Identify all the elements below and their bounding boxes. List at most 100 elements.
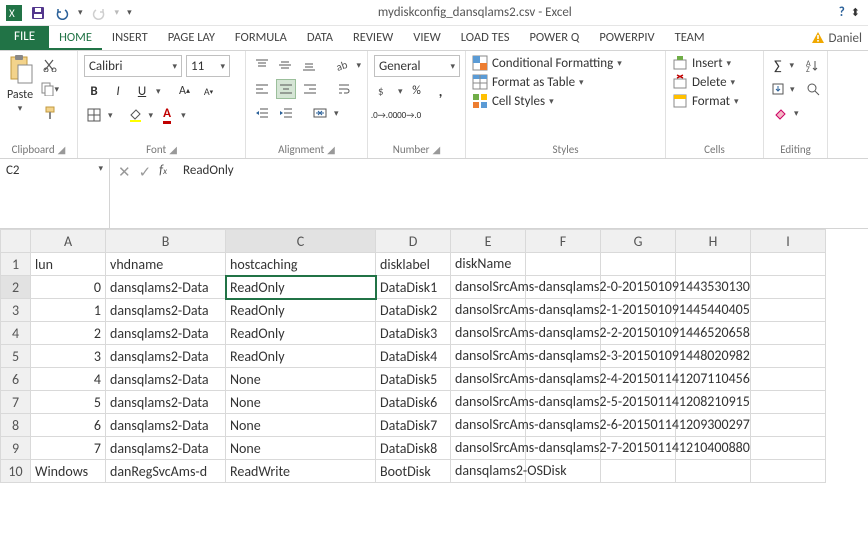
orientation-dropdown-icon[interactable]: ▾: [356, 60, 361, 71]
ribbon-display-icon[interactable]: ⬍: [851, 6, 860, 19]
shrink-font-button[interactable]: A▾: [199, 81, 219, 101]
col-head-A[interactable]: A: [31, 230, 106, 253]
cell[interactable]: dansolSrcAms-dansqlams2-1-20150109144544…: [451, 299, 526, 322]
decrease-indent-button[interactable]: [252, 103, 272, 123]
cell[interactable]: danRegSvcAms-d: [106, 460, 226, 483]
row-head[interactable]: 3: [1, 299, 31, 322]
accounting-dropdown-icon[interactable]: ▾: [398, 86, 403, 97]
tab-review[interactable]: REVIEW: [343, 26, 403, 50]
cell-styles-button[interactable]: Cell Styles▾: [472, 93, 659, 109]
cell[interactable]: 3: [31, 345, 106, 368]
row-head[interactable]: 4: [1, 322, 31, 345]
alignment-dialog-launcher-icon[interactable]: ◢: [327, 143, 335, 156]
tab-view[interactable]: VIEW: [403, 26, 450, 50]
formula-input[interactable]: ReadOnly: [175, 159, 868, 228]
row-head[interactable]: 1: [1, 253, 31, 276]
cell[interactable]: BootDisk: [376, 460, 451, 483]
tab-file[interactable]: FILE: [0, 26, 49, 50]
col-head-C[interactable]: C: [226, 230, 376, 253]
col-head-D[interactable]: D: [376, 230, 451, 253]
cell[interactable]: DataDisk7: [376, 414, 451, 437]
number-format-select[interactable]: General▾: [374, 55, 460, 77]
cell[interactable]: dansolSrcAms-dansqlams2-7-20150114121040…: [451, 437, 526, 460]
cut-button[interactable]: [40, 55, 60, 75]
cell[interactable]: dansolSrcAms-dansqlams2-2-20150109144652…: [451, 322, 526, 345]
undo-dropdown-icon[interactable]: ▾: [78, 7, 83, 18]
cell[interactable]: ReadOnly: [226, 322, 376, 345]
cell[interactable]: dansqlams2-Data: [106, 299, 226, 322]
cell[interactable]: [751, 414, 826, 437]
cell[interactable]: dansolSrcAms-dansqlams2-0-20150109144353…: [451, 276, 526, 299]
cell[interactable]: 5: [31, 391, 106, 414]
cell[interactable]: [751, 460, 826, 483]
cell[interactable]: dansolSrcAms-dansqlams2-3-20150109144802…: [451, 345, 526, 368]
increase-indent-button[interactable]: [276, 103, 296, 123]
cell[interactable]: ReadOnly: [226, 299, 376, 322]
cell[interactable]: [601, 460, 676, 483]
cell[interactable]: ReadOnly: [226, 276, 376, 299]
cell[interactable]: [751, 437, 826, 460]
cell[interactable]: DataDisk4: [376, 345, 451, 368]
autosum-button[interactable]: ∑: [770, 55, 785, 75]
cell[interactable]: DataDisk6: [376, 391, 451, 414]
comma-button[interactable]: ,: [431, 81, 451, 101]
align-top-button[interactable]: [252, 55, 272, 75]
italic-button[interactable]: I: [108, 81, 128, 101]
fontcolor-dropdown-icon[interactable]: ▾: [181, 110, 186, 121]
select-all-button[interactable]: [1, 230, 31, 253]
border-button[interactable]: [84, 105, 104, 125]
font-size-select[interactable]: 11▾: [186, 55, 230, 77]
tab-powerq[interactable]: POWER Q: [519, 26, 589, 50]
cell[interactable]: [676, 460, 751, 483]
col-head-B[interactable]: B: [106, 230, 226, 253]
format-as-table-button[interactable]: Format as Table▾: [472, 74, 659, 90]
cell[interactable]: DataDisk3: [376, 322, 451, 345]
undo-icon[interactable]: [54, 5, 70, 21]
cell[interactable]: DataDisk5: [376, 368, 451, 391]
cell[interactable]: None: [226, 437, 376, 460]
fill-button[interactable]: [770, 79, 786, 99]
account-area[interactable]: Daniel: [811, 26, 868, 50]
grow-font-button[interactable]: A▴: [175, 81, 195, 101]
cell[interactable]: [751, 345, 826, 368]
cell[interactable]: dansqlams2-Data: [106, 414, 226, 437]
autosum-dropdown-icon[interactable]: ▾: [789, 60, 794, 71]
wrap-text-button[interactable]: [334, 79, 354, 99]
tab-data[interactable]: DATA: [297, 26, 343, 50]
cell[interactable]: ReadWrite: [226, 460, 376, 483]
cell[interactable]: [526, 253, 601, 276]
name-box[interactable]: C2 ▾: [0, 159, 110, 228]
cell[interactable]: [751, 322, 826, 345]
cell[interactable]: [601, 253, 676, 276]
help-icon[interactable]: ?: [839, 5, 845, 20]
save-icon[interactable]: [30, 5, 46, 21]
row-head[interactable]: 9: [1, 437, 31, 460]
cell[interactable]: 7: [31, 437, 106, 460]
cell[interactable]: Windows: [31, 460, 106, 483]
font-color-button[interactable]: A: [157, 105, 177, 125]
cell[interactable]: DataDisk1: [376, 276, 451, 299]
fill-dropdown-icon[interactable]: ▾: [149, 110, 154, 121]
format-painter-button[interactable]: [40, 103, 60, 123]
fill-dropdown2-icon[interactable]: ▾: [790, 84, 795, 95]
cell[interactable]: dansolSrcAms-dansqlams2-4-20150114120711…: [451, 368, 526, 391]
conditional-formatting-button[interactable]: Conditional Formatting▾: [472, 55, 659, 71]
decrease-decimal-button[interactable]: .00→.0: [398, 105, 418, 125]
bold-button[interactable]: B: [84, 81, 104, 101]
col-head-E[interactable]: E: [451, 230, 526, 253]
cell[interactable]: 1: [31, 299, 106, 322]
cell[interactable]: dansolSrcAms-dansqlams2-5-20150114120821…: [451, 391, 526, 414]
paste-button[interactable]: Paste ▾: [6, 55, 34, 114]
cell[interactable]: dansqlams2-Data: [106, 276, 226, 299]
cell[interactable]: dansqlams2-OSDisk: [451, 460, 526, 483]
paste-dropdown-icon[interactable]: ▾: [18, 103, 23, 114]
merge-button[interactable]: [310, 103, 330, 123]
cell[interactable]: dansolSrcAms-dansqlams2-6-20150114120930…: [451, 414, 526, 437]
namebox-dropdown-icon[interactable]: ▾: [98, 163, 103, 174]
redo-icon[interactable]: [91, 5, 107, 21]
align-right-button[interactable]: [300, 79, 320, 99]
fill-color-button[interactable]: [125, 105, 145, 125]
align-middle-button[interactable]: [276, 55, 296, 75]
format-cells-button[interactable]: Format▾: [672, 93, 757, 109]
cell[interactable]: [751, 368, 826, 391]
